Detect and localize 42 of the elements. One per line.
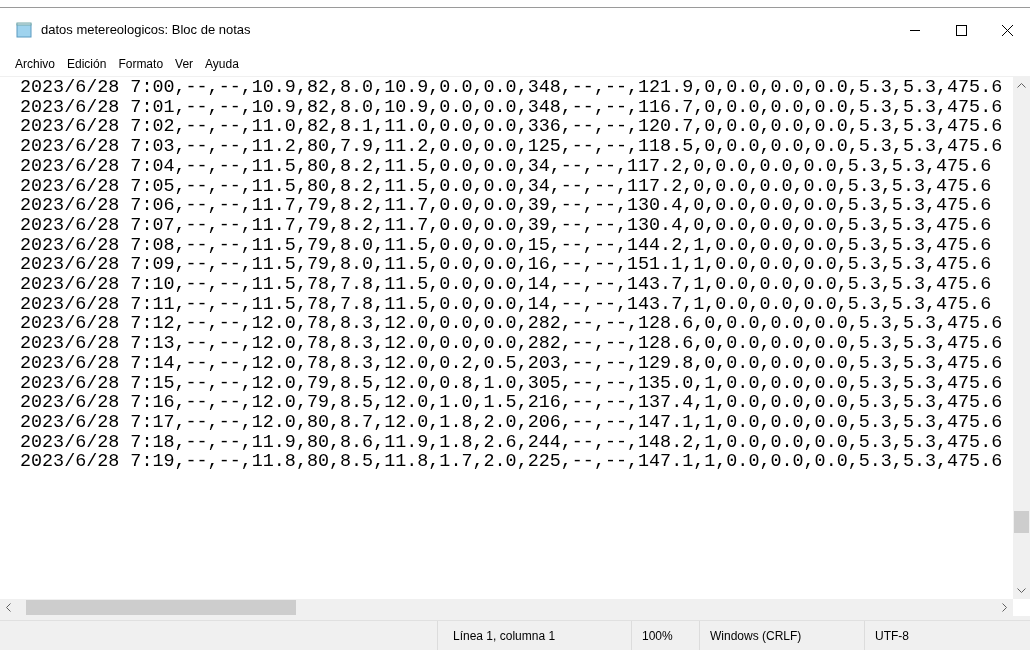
menu-item[interactable]: Ayuda xyxy=(200,54,244,74)
text-line: 2023/6/28 7:16,--,--,12.0,79,8.5,12.0,1.0,1.5,216,--,--,137.4,1,0.0,0.0,0.0,5.3,5.3,475.6 xyxy=(20,393,1003,413)
text-line: 2023/6/28 7:05,--,--,11.5,80,8.2,11.5,0.0,0.0,34,--,--,117.2,0,0.0,0.0,0.0,5.3,5.3,475.6 xyxy=(20,176,992,197)
scroll-up-icon[interactable] xyxy=(1017,83,1026,88)
text-line: 2023/6/28 7:09,--,--,11.5,79,8.0,11.5,0.0,0.0,16,--,--,151.1,1,0.0,0.0,0.0,5.3,5.3,475.6 xyxy=(20,255,992,276)
scroll-thumb[interactable] xyxy=(26,600,296,615)
text-line: 2023/6/28 7:00,--,--,10.9,82,8.0,10.9,0.0,0.0,348,--,--,121.9,0,0.0,0.0,0.0,5.3,5.3,475.6 xyxy=(20,78,1003,98)
text-line: 2023/6/28 7:17,--,--,12.0,80,8.7,12.0,1.8,2.0,206,--,--,147.1,1,0.0,0.0,0.0,5.3,5.3,475.6 xyxy=(20,412,1003,433)
menu-item[interactable]: Edición xyxy=(62,54,112,74)
maximize-icon xyxy=(955,24,967,36)
text-line: 2023/6/28 7:01,--,--,10.9,82,8.0,10.9,0.0,0.0,348,--,--,116.7,0,0.0,0.0,0.0,5.3,5.3,475.6 xyxy=(20,97,1003,118)
text-line: 2023/6/28 7:02,--,--,11.0,82,8.1,11.0,0.0,0.0,336,--,--,120.7,0,0.0,0.0,0.0,5.3,5.3,475.6 xyxy=(20,117,1003,138)
text-line: 2023/6/28 7:08,--,--,11.5,79,8.0,11.5,0.0,0.0,15,--,--,144.2,1,0.0,0.0,0.0,5.3,5.3,475.6 xyxy=(20,235,992,256)
text-line: 2023/6/28 7:06,--,--,11.7,79,8.2,11.7,0.0,0.0,39,--,--,130.4,0,0.0,0.0,0.0,5.3,5.3,475.6 xyxy=(20,196,992,216)
minimize-icon xyxy=(910,29,920,31)
cursor-position: Línea 1, columna 1 xyxy=(453,627,556,645)
window-title: datos metereologicos: Bloc de notas xyxy=(41,21,251,40)
text-line: 2023/6/28 7:03,--,--,11.2,80,7.9,11.2,0.0,0.0,125,--,--,118.5,0,0.0,0.0,0.0,5.3,5.3,475.6 xyxy=(20,137,1003,157)
text-line: 2023/6/28 7:19,--,--,11.8,80,8.5,11.8,1.7,2.0,225,--,--,147.1,1,0.0,0.0,0.0,5.3,5.3,475.6 xyxy=(20,452,1003,473)
scroll-down-icon[interactable] xyxy=(1017,588,1026,593)
text-line: 2023/6/28 7:13,--,--,12.0,78,8.3,12.0,0.0,0.0,282,--,--,128.6,0,0.0,0.0,0.0,5.3,5.3,475.6 xyxy=(20,334,1003,354)
text-line: 2023/6/28 7:14,--,--,12.0,78,8.3,12.0,0.2,0.5,203,--,--,129.8,0,0.0,0.0,0.0,5.3,5.3,475.6 xyxy=(20,353,1003,374)
scroll-thumb[interactable] xyxy=(1014,511,1029,533)
horizontal-scrollbar[interactable] xyxy=(0,599,1013,616)
notepad-icon xyxy=(16,22,32,38)
menu-item[interactable]: Archivo xyxy=(10,54,60,74)
menu-item[interactable]: Ver xyxy=(170,54,199,74)
line-ending: Windows (CRLF) xyxy=(710,627,802,645)
close-icon xyxy=(1001,24,1013,36)
text-line: 2023/6/28 7:12,--,--,12.0,78,8.3,12.0,0.0,0.0,282,--,--,128.6,0,0.0,0.0,0.0,5.3,5.3,475.6 xyxy=(20,314,1003,335)
zoom-level: 100% xyxy=(642,627,673,645)
text-line: 2023/6/28 7:18,--,--,11.9,80,8.6,11.9,1.8,2.6,244,--,--,148.2,1,0.0,0.0,0.0,5.3,5.3,475.6 xyxy=(20,432,1003,453)
menu-item[interactable]: Formato xyxy=(113,54,169,74)
encoding: UTF-8 xyxy=(875,627,909,645)
vertical-scrollbar[interactable] xyxy=(1013,77,1030,599)
text-line: 2023/6/28 7:07,--,--,11.7,79,8.2,11.7,0.0,0.0,39,--,--,130.4,0,0.0,0.0,0.0,5.3,5.3,475.6 xyxy=(20,215,992,236)
text-line: 2023/6/28 7:11,--,--,11.5,78,7.8,11.5,0.0,0.0,14,--,--,143.7,1,0.0,0.0,0.0,5.3,5.3,475.6 xyxy=(20,294,992,315)
text-line: 2023/6/28 7:04,--,--,11.5,80,8.2,11.5,0.0,0.0,34,--,--,117.2,0,0.0,0.0,0.0,5.3,5.3,475.6 xyxy=(20,156,992,177)
scroll-right-icon[interactable] xyxy=(1002,603,1007,612)
text-line: 2023/6/28 7:10,--,--,11.5,78,7.8,11.5,0.0,0.0,14,--,--,143.7,1,0.0,0.0,0.0,5.3,5.3,475.6 xyxy=(20,275,992,295)
scroll-left-icon[interactable] xyxy=(6,603,11,612)
text-line: 2023/6/28 7:15,--,--,12.0,79,8.5,12.0,0.8,1.0,305,--,--,135.0,1,0.0,0.0,0.0,5.3,5.3,475.6 xyxy=(20,373,1003,394)
